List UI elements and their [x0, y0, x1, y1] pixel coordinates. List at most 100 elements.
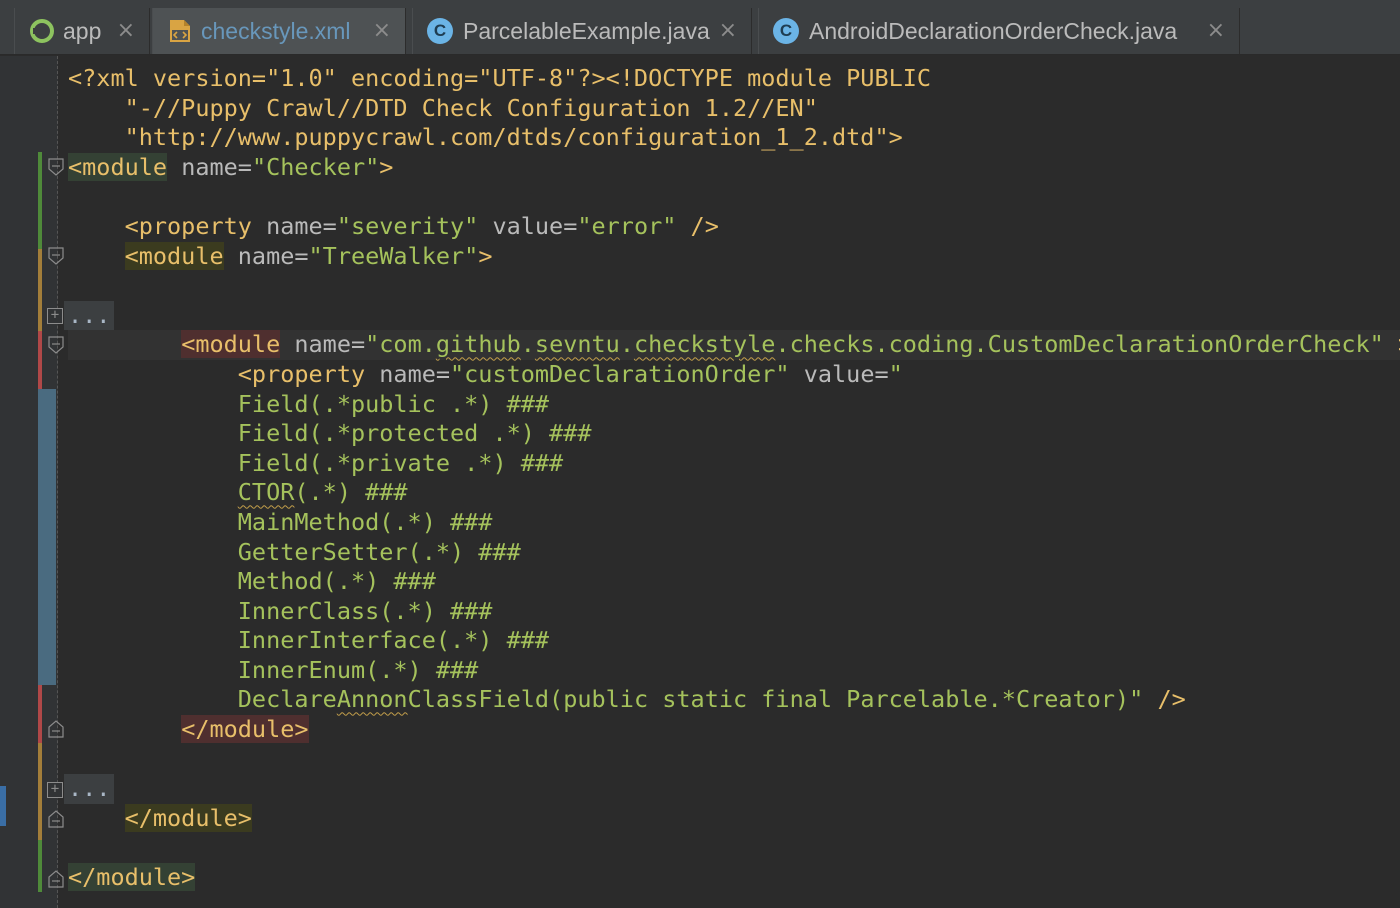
code-line[interactable]: MainMethod(.*) ### — [68, 508, 1400, 538]
tab-parcelable-example[interactable]: C ParcelableExample.java × — [412, 8, 752, 54]
code-line[interactable]: <module name="TreeWalker"> — [68, 241, 1400, 272]
xml-value: InnerInterface(.*) ### — [68, 626, 550, 655]
fold-collapse-icon[interactable] — [48, 336, 64, 354]
code-line[interactable]: Method(.*) ### — [68, 567, 1400, 597]
close-tab-icon[interactable]: × — [719, 18, 737, 43]
vcs-added-marker[interactable] — [38, 840, 42, 892]
editor-tab-bar: app × checkstyle.xml × C ParcelableExamp… — [0, 0, 1400, 55]
xml-value: InnerClass(.*) ### — [68, 596, 493, 625]
xml-value: Field(.*protected .*) ### — [68, 419, 592, 448]
folded-region-placeholder[interactable]: ... — [64, 300, 115, 331]
folded-region-placeholder[interactable]: ... — [64, 774, 115, 804]
xml-value: sevntu — [534, 330, 620, 359]
close-tab-icon[interactable]: × — [373, 18, 391, 43]
code-line[interactable]: Field(.*private .*) ### — [68, 449, 1400, 479]
code-line[interactable]: InnerEnum(.*) ### — [68, 656, 1400, 686]
code-line[interactable] — [68, 745, 1400, 775]
code-line[interactable]: <?xml version="1.0" encoding="UTF-8"?><!… — [68, 64, 1400, 94]
xml-value: . — [520, 330, 535, 359]
code-token: name= — [251, 211, 337, 240]
fold-expand-icon[interactable]: + — [47, 782, 63, 798]
xml-value: "severity" — [336, 211, 479, 240]
fold-end-icon[interactable] — [48, 720, 64, 738]
fold-collapse-icon[interactable] — [48, 247, 64, 265]
java-class-icon: C — [427, 18, 453, 44]
code-line[interactable]: DeclareAnnonClassField(public static fin… — [68, 685, 1400, 715]
code-line[interactable]: InnerInterface(.*) ### — [68, 626, 1400, 656]
xml-value: github — [435, 330, 521, 359]
xml-file-icon — [170, 20, 190, 42]
xml-value: Annon — [336, 685, 408, 714]
xml-value — [68, 478, 238, 506]
vcs-modified-marker[interactable] — [38, 249, 42, 331]
code-line[interactable] — [68, 182, 1400, 212]
fold-end-icon[interactable] — [48, 870, 64, 888]
code-line[interactable]: <module name="com.github.sevntu.checksty… — [68, 330, 1400, 360]
tab-checkstyle-xml[interactable]: checkstyle.xml × — [152, 8, 406, 54]
code-token: "-//Puppy Crawl//DTD Check Configuration… — [68, 93, 818, 122]
vcs-added-marker[interactable] — [38, 152, 42, 249]
xml-value: "TreeWalker" — [308, 241, 479, 270]
xml-value: Field(.*public .*) ### — [68, 389, 550, 418]
tab-label: ParcelableExample.java — [463, 17, 710, 44]
xml-value: "customDeclarationOrder" — [450, 359, 790, 388]
xml-value: CTOR — [237, 478, 295, 507]
xml-value: (.*) ### — [294, 478, 408, 507]
tab-app[interactable]: app × — [14, 8, 150, 54]
vcs-modified-marker[interactable] — [38, 743, 42, 840]
java-class-icon: C — [773, 18, 799, 44]
xml-tag: </module> — [181, 715, 309, 744]
code-editor[interactable]: <?xml version="1.0" encoding="UTF-8"?><!… — [64, 64, 1400, 893]
code-line[interactable] — [68, 271, 1400, 301]
xml-value: MainMethod(.*) ### — [68, 507, 493, 536]
fold-expand-icon[interactable]: + — [47, 308, 63, 324]
fold-end-icon[interactable] — [48, 810, 64, 828]
xml-value: "error" — [577, 211, 677, 240]
code-line[interactable]: ... — [64, 300, 1400, 331]
close-tab-icon[interactable]: × — [117, 18, 135, 43]
code-token: name= — [167, 152, 252, 181]
xml-value: InnerEnum(.*) ### — [68, 655, 479, 684]
vcs-removed-marker[interactable] — [38, 331, 42, 389]
code-line[interactable]: GetterSetter(.*) ### — [68, 538, 1400, 568]
code-line[interactable]: </module> — [68, 803, 1400, 834]
xml-tag: > — [379, 152, 394, 181]
code-line[interactable]: </module> — [68, 863, 1400, 893]
code-line[interactable]: "-//Puppy Crawl//DTD Check Configuration… — [68, 94, 1400, 124]
code-line[interactable]: Field(.*protected .*) ### — [68, 419, 1400, 449]
tab-android-declaration-order-check[interactable]: C AndroidDeclarationOrderCheck.java × — [758, 8, 1240, 54]
code-line[interactable]: </module> — [68, 715, 1400, 745]
xml-value: Field(.*private .*) ### — [68, 448, 564, 477]
code-line[interactable]: <property name="severity" value="error" … — [68, 212, 1400, 242]
xml-tag: > — [1384, 330, 1400, 358]
vcs-removed-marker[interactable] — [38, 685, 42, 743]
xml-tag: <module — [68, 152, 168, 181]
xml-value: " — [888, 359, 903, 388]
code-line[interactable]: InnerClass(.*) ### — [68, 597, 1400, 627]
xml-tag: <property — [237, 359, 366, 388]
fold-collapse-icon[interactable] — [48, 158, 64, 176]
code-line[interactable] — [68, 833, 1400, 863]
xml-tag: <module — [124, 241, 224, 270]
code-line[interactable]: "http://www.puppycrawl.com/dtds/configur… — [68, 123, 1400, 153]
code-line[interactable]: <module name="Checker"> — [68, 152, 1400, 183]
code-token: value= — [789, 359, 889, 388]
vcs-changed-block-marker[interactable] — [38, 389, 56, 685]
xml-tag: /> — [1143, 685, 1186, 714]
code-line[interactable]: Field(.*public .*) ### — [68, 390, 1400, 420]
code-line[interactable]: CTOR(.*) ### — [68, 478, 1400, 508]
xml-value: "com. — [365, 330, 436, 359]
tab-label: app — [63, 17, 102, 44]
xml-value: ClassField(public static final Parcelabl… — [407, 685, 1144, 714]
xml-tag: <module — [181, 330, 281, 359]
tool-window-strip — [0, 56, 8, 908]
close-tab-icon[interactable]: × — [1207, 18, 1225, 43]
code-line[interactable]: <property name="customDeclarationOrder" … — [68, 360, 1400, 390]
code-line[interactable]: ... — [64, 774, 1400, 804]
xml-value: Declare — [68, 685, 337, 714]
code-token: name= — [223, 241, 309, 270]
xml-tag: <property — [124, 211, 252, 240]
